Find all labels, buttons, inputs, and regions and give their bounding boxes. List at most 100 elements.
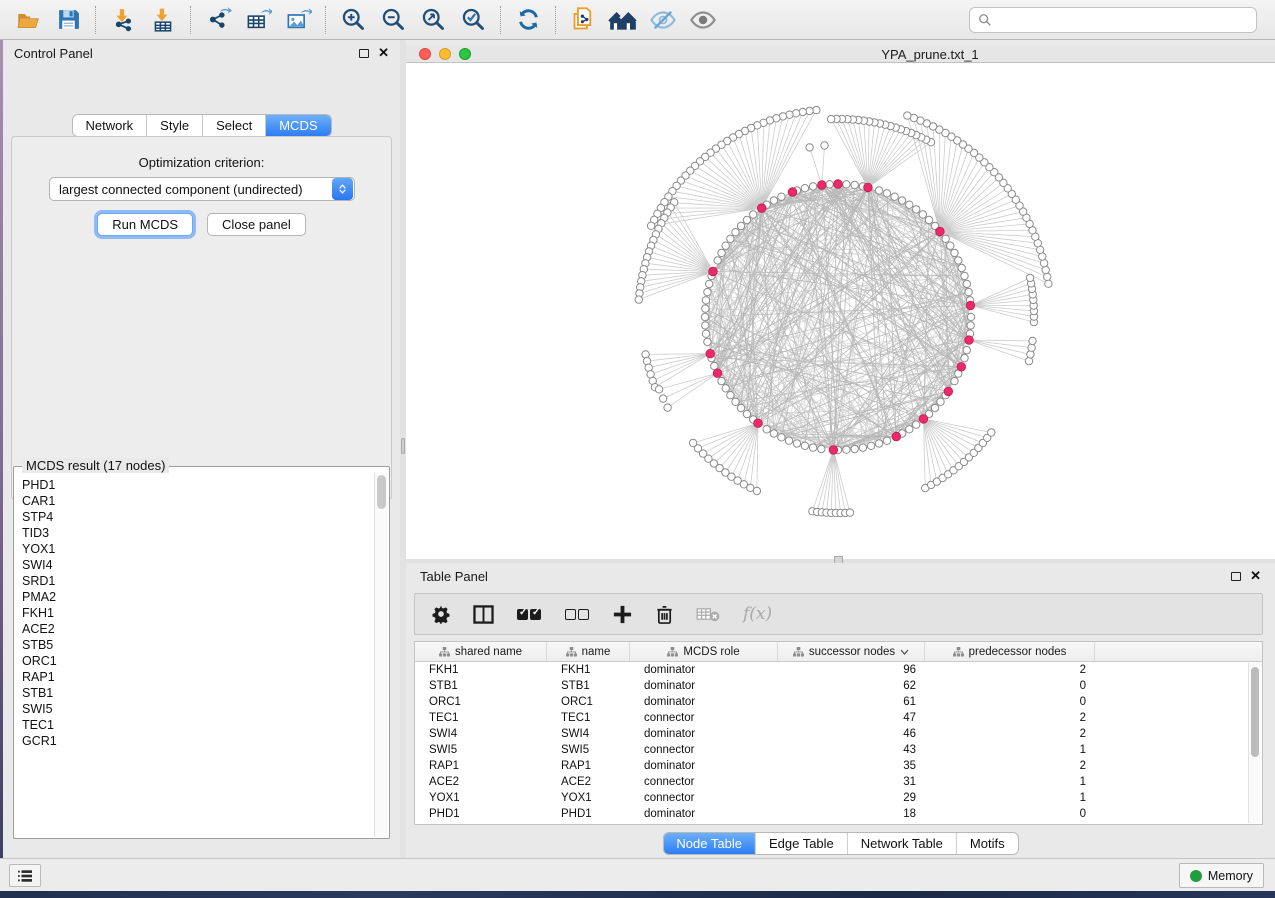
export-table-icon[interactable] xyxy=(238,3,278,37)
tab-node-table[interactable]: Node Table xyxy=(663,833,756,854)
cell-name: ORC1 xyxy=(547,696,630,708)
table-row[interactable]: SWI4SWI4dominator462 xyxy=(415,726,1262,742)
network-window-titlebar[interactable]: YPA_prune.txt_1 xyxy=(406,45,1275,63)
mcds-result-item[interactable]: RAP1 xyxy=(22,669,374,685)
delete-table-icon[interactable] xyxy=(696,606,721,623)
cell-shared_name: PHD1 xyxy=(415,808,547,820)
column-header-shared-name[interactable]: shared name xyxy=(415,642,547,661)
mcds-result-item[interactable]: PMA2 xyxy=(22,589,374,605)
close-table-panel-icon[interactable]: ✕ xyxy=(1250,571,1261,581)
cell-mcds_role: dominator xyxy=(630,728,778,740)
mcds-panel: Optimization criterion: largest connecte… xyxy=(11,136,392,500)
column-header-name[interactable]: name xyxy=(547,642,630,661)
mcds-result-item[interactable]: YOX1 xyxy=(22,541,374,557)
import-network-icon[interactable] xyxy=(103,3,143,37)
column-header-successor-nodes[interactable]: successor nodes xyxy=(778,642,925,661)
mcds-result-item[interactable]: PHD1 xyxy=(22,477,374,493)
tab-style[interactable]: Style xyxy=(147,115,203,136)
toggle-column-panel-icon[interactable] xyxy=(473,605,494,624)
tab-motifs[interactable]: Motifs xyxy=(957,833,1018,854)
tab-select[interactable]: Select xyxy=(203,115,266,136)
select-all-columns-icon[interactable] xyxy=(516,609,542,620)
toolbar-separator xyxy=(95,6,96,34)
control-panel: Control Panel ✕ NetworkStyleSelectMCDS O… xyxy=(3,40,400,858)
table-row[interactable]: SWI5SWI5connector431 xyxy=(415,742,1262,758)
table-settings-gear-icon[interactable] xyxy=(431,604,451,624)
table-panel-title: Table Panel xyxy=(420,569,488,584)
search-input[interactable] xyxy=(998,13,1248,27)
tab-network[interactable]: Network xyxy=(72,115,147,136)
table-row[interactable]: PHD1PHD1dominator180 xyxy=(415,806,1262,822)
window-zoom-icon[interactable] xyxy=(459,48,471,60)
mcds-result-item[interactable]: ACE2 xyxy=(22,621,374,637)
cell-predecessor_nodes: 0 xyxy=(925,680,1095,692)
cell-successor_nodes: 62 xyxy=(778,680,925,692)
mcds-result-item[interactable]: FKH1 xyxy=(22,605,374,621)
export-network-icon[interactable] xyxy=(198,3,238,37)
zoom-selected-icon[interactable] xyxy=(453,3,493,37)
save-session-icon[interactable] xyxy=(48,3,88,37)
deselect-all-columns-icon[interactable] xyxy=(564,609,590,620)
mcds-result-item[interactable]: TID3 xyxy=(22,525,374,541)
mcds-result-item[interactable]: SWI4 xyxy=(22,557,374,573)
mcds-result-item[interactable]: GCR1 xyxy=(22,733,374,749)
table-row[interactable]: YOX1YOX1connector291 xyxy=(415,790,1262,806)
cell-successor_nodes: 29 xyxy=(778,792,925,804)
zoom-out-icon[interactable] xyxy=(373,3,413,37)
table-scrollbar[interactable] xyxy=(1248,663,1261,823)
mcds-result-item[interactable]: ORC1 xyxy=(22,653,374,669)
mcds-result-item[interactable]: STP4 xyxy=(22,509,374,525)
open-file-icon[interactable] xyxy=(8,3,48,37)
mcds-result-item[interactable]: CAR1 xyxy=(22,493,374,509)
first-neighbors-icon[interactable] xyxy=(603,3,643,37)
mcds-result-item[interactable]: STB5 xyxy=(22,637,374,653)
export-image-icon[interactable] xyxy=(278,3,318,37)
table-row[interactable]: FKH1FKH1dominator962 xyxy=(415,662,1262,678)
cell-successor_nodes: 96 xyxy=(778,664,925,676)
column-header-MCDS-role[interactable]: MCDS role xyxy=(630,642,778,661)
table-row[interactable]: ORC1ORC1dominator610 xyxy=(415,694,1262,710)
window-close-icon[interactable] xyxy=(419,48,431,60)
tab-network-table[interactable]: Network Table xyxy=(848,833,957,854)
hide-selected-icon[interactable] xyxy=(643,3,683,37)
delete-column-icon[interactable] xyxy=(655,604,674,625)
mcds-result-item[interactable]: SRD1 xyxy=(22,573,374,589)
import-table-icon[interactable] xyxy=(143,3,183,37)
table-row[interactable]: TEC1TEC1connector472 xyxy=(415,710,1262,726)
desktop-wallpaper-bottom xyxy=(0,891,1275,898)
network-canvas[interactable] xyxy=(406,63,1275,559)
memory-button[interactable]: Memory xyxy=(1179,863,1264,888)
window-minimize-icon[interactable] xyxy=(439,48,451,60)
close-panel-button[interactable]: Close panel xyxy=(207,213,306,236)
close-panel-icon[interactable]: ✕ xyxy=(378,48,389,58)
create-column-icon[interactable] xyxy=(612,604,633,625)
search-field[interactable] xyxy=(969,7,1257,33)
run-mcds-button[interactable]: Run MCDS xyxy=(97,213,193,236)
tab-edge-table[interactable]: Edge Table xyxy=(756,833,848,854)
float-panel-icon[interactable] xyxy=(359,49,369,58)
mcds-list-scrollbar[interactable] xyxy=(374,473,388,837)
network-graph[interactable] xyxy=(406,63,1275,559)
zoom-fit-icon[interactable] xyxy=(413,3,453,37)
function-builder-icon[interactable]: f(x) xyxy=(743,604,772,624)
cell-predecessor_nodes: 2 xyxy=(925,760,1095,772)
mcds-result-list[interactable]: PHD1CAR1STP4TID3YOX1SWI4SRD1PMA2FKH1ACE2… xyxy=(15,473,374,837)
mcds-result-item[interactable]: SWI5 xyxy=(22,701,374,717)
tab-mcds[interactable]: MCDS xyxy=(266,115,330,136)
mcds-result-item[interactable]: STB1 xyxy=(22,685,374,701)
toolbar-separator xyxy=(555,6,556,34)
refresh-icon[interactable] xyxy=(508,3,548,37)
cell-successor_nodes: 46 xyxy=(778,728,925,740)
cell-successor_nodes: 31 xyxy=(778,776,925,788)
table-row[interactable]: STB1STB1dominator620 xyxy=(415,678,1262,694)
optimization-criterion-select[interactable]: largest connected component (undirected) xyxy=(49,177,355,201)
duplicate-network-icon[interactable] xyxy=(563,3,603,37)
float-table-panel-icon[interactable] xyxy=(1231,572,1241,581)
table-row[interactable]: ACE2ACE2connector311 xyxy=(415,774,1262,790)
zoom-in-icon[interactable] xyxy=(333,3,373,37)
task-history-button[interactable] xyxy=(9,864,41,887)
mcds-result-item[interactable]: TEC1 xyxy=(22,717,374,733)
column-header-predecessor-nodes[interactable]: predecessor nodes xyxy=(925,642,1095,661)
show-all-icon[interactable] xyxy=(683,3,723,37)
table-row[interactable]: RAP1RAP1dominator352 xyxy=(415,758,1262,774)
